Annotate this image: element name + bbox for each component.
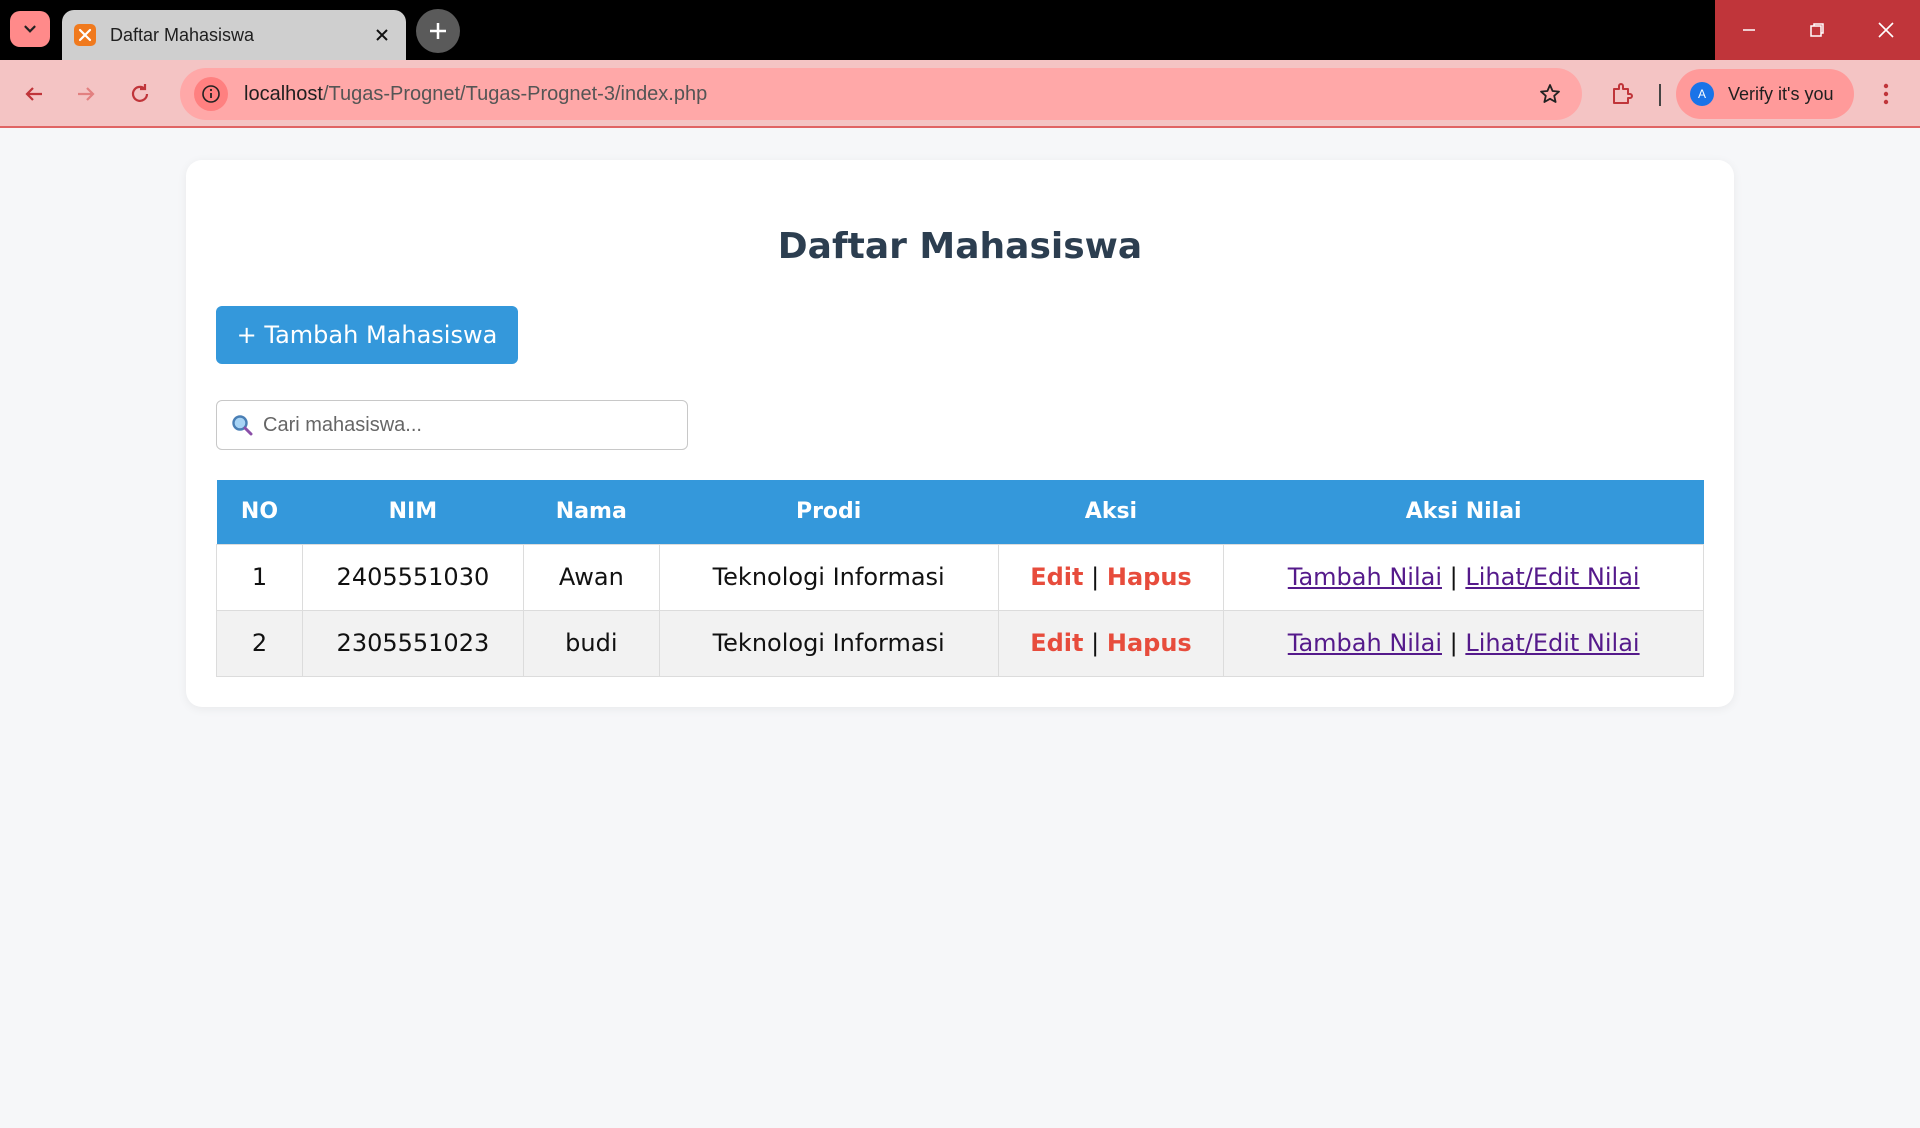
cell-no: 1 [216,543,303,611]
cell-nama: Awan [522,543,660,611]
close-icon[interactable] [370,23,394,47]
site-info-icon[interactable] [194,77,228,111]
more-icon[interactable] [1868,76,1904,112]
header-aksi: Aksi [998,480,1224,544]
extensions-icon[interactable] [1602,74,1642,114]
search-box[interactable] [216,400,688,450]
address-bar[interactable]: localhost/Tugas-Prognet/Tugas-Prognet-3/… [180,68,1582,120]
table-row: 1 2405551030 Awan Teknologi Informasi Ed… [216,543,1704,611]
cell-aksi-nilai: Tambah Nilai | Lihat/Edit Nilai [1223,609,1704,677]
cell-aksi: Edit | Hapus [997,543,1225,611]
forward-icon[interactable] [68,76,104,112]
view-edit-grade-link[interactable]: Lihat/Edit Nilai [1465,563,1639,591]
url-host: localhost [244,82,323,105]
search-input[interactable] [263,413,683,437]
header-nama: Nama [523,480,660,544]
tab-title: Daftar Mahasiswa [110,24,255,45]
reload-icon[interactable] [122,76,158,112]
page-title: Daftar Mahasiswa [777,226,1143,267]
plus-icon [430,23,446,39]
browser-titlebar: Daftar Mahasiswa [0,0,1920,60]
tab-search-button[interactable] [10,11,50,47]
search-icon [232,415,253,436]
add-grade-link[interactable]: Tambah Nilai [1288,629,1442,657]
header-prodi: Prodi [659,480,999,544]
header-no: NO [216,480,303,544]
minimize-icon[interactable] [1715,0,1783,60]
new-tab-button[interactable] [416,9,460,53]
cell-aksi: Edit | Hapus [997,609,1225,677]
window-controls [1715,0,1920,60]
restore-icon[interactable] [1783,0,1851,60]
cell-prodi: Teknologi Informasi [658,543,999,611]
cell-prodi: Teknologi Informasi [658,609,999,677]
browser-toolbar: localhost/Tugas-Prognet/Tugas-Prognet-3/… [0,60,1920,128]
edit-link[interactable]: Edit [1030,563,1083,591]
edit-link[interactable]: Edit [1030,629,1083,657]
header-aksi-nilai: Aksi Nilai [1223,480,1704,544]
table-header-row: NO NIM Nama Prodi Aksi Aksi Nilai [216,480,1704,544]
view-edit-grade-link[interactable]: Lihat/Edit Nilai [1465,629,1639,657]
cell-nim: 2405551030 [301,543,524,611]
chevron-down-icon [24,25,36,33]
student-table: NO NIM Nama Prodi Aksi Aksi Nilai 1 2405… [216,480,1704,677]
header-nim: NIM [302,480,524,544]
xampp-favicon-icon [74,24,96,46]
content-card: Daftar Mahasiswa + Tambah Mahasiswa NO N… [186,160,1734,707]
toolbar-separator [1659,84,1661,106]
cell-aksi-nilai: Tambah Nilai | Lihat/Edit Nilai [1223,543,1704,611]
add-grade-link[interactable]: Tambah Nilai [1288,563,1442,591]
star-icon[interactable] [1532,76,1568,112]
cell-nim: 2305551023 [301,609,524,677]
url-path: /Tugas-Prognet/Tugas-Prognet-3/index.php [322,82,708,105]
avatar: A [1690,82,1714,106]
separator: | [1449,563,1458,591]
browser-tab[interactable]: Daftar Mahasiswa [62,10,406,60]
close-window-icon[interactable] [1852,0,1920,60]
delete-link[interactable]: Hapus [1107,629,1192,657]
separator: | [1091,563,1100,591]
profile-label: Verify it's you [1728,83,1834,104]
cell-nama: budi [522,609,660,677]
delete-link[interactable]: Hapus [1107,563,1192,591]
separator: | [1091,629,1100,657]
profile-button[interactable]: A Verify it's you [1676,69,1854,119]
add-student-button[interactable]: + Tambah Mahasiswa [216,306,518,364]
url-text[interactable]: localhost/Tugas-Prognet/Tugas-Prognet-3/… [244,83,1532,106]
separator: | [1449,629,1458,657]
table-row: 2 2305551023 budi Teknologi Informasi Ed… [216,609,1704,677]
back-icon[interactable] [16,76,52,112]
cell-no: 2 [216,609,303,677]
